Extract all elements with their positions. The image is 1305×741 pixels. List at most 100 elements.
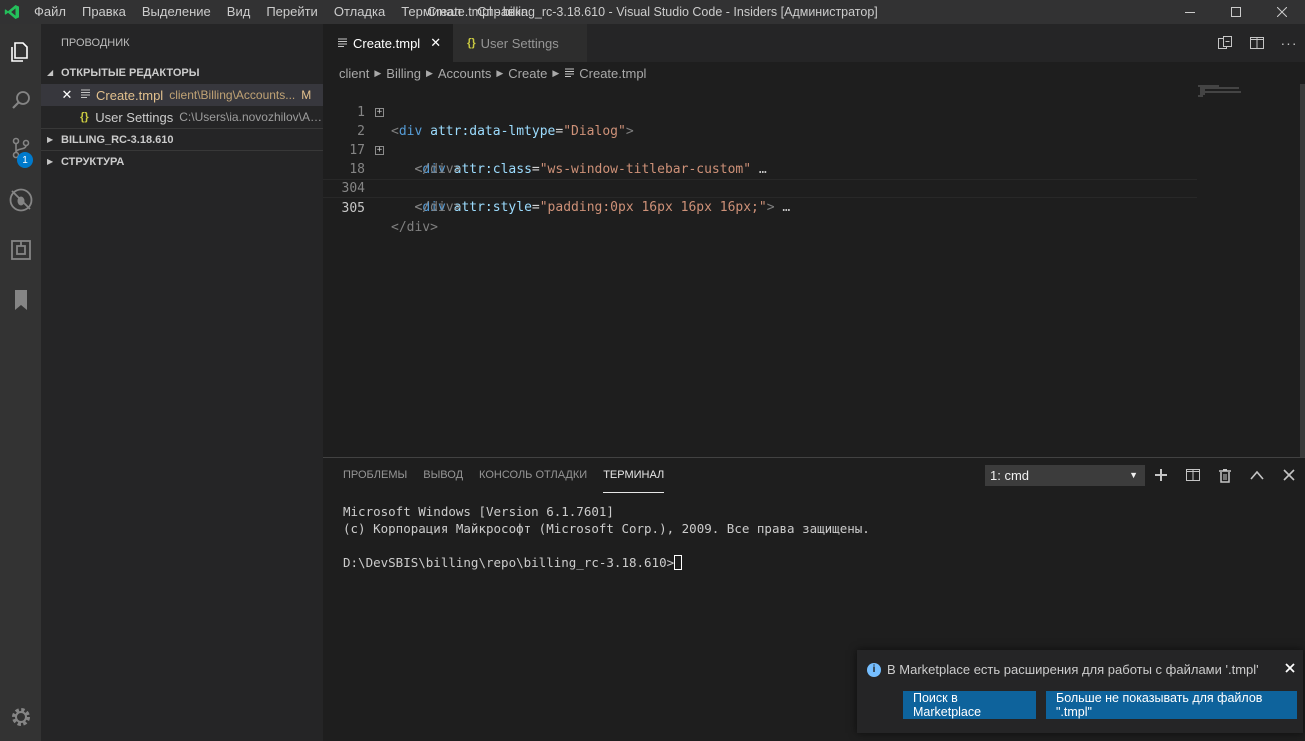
code-line-current: 305 </div> — [323, 179, 1197, 235]
info-icon: i — [867, 662, 881, 677]
chevron-down-icon: ▼ — [1129, 470, 1138, 480]
project-folder-label: BILLING_RC-3.18.610 — [61, 133, 174, 146]
breadcrumb-item[interactable]: Accounts — [438, 66, 491, 81]
line-number: 305 — [341, 201, 365, 216]
activity-bar: 1 — [0, 24, 41, 741]
open-editor-path: client\Billing\Accounts... — [169, 88, 296, 102]
notification-message: В Marketplace есть расширения для работы… — [887, 662, 1259, 677]
code-line: 1 <div attr:data-lmtype="Dialog"> — [323, 84, 1197, 139]
editor-scrollbar[interactable] — [1300, 84, 1305, 457]
menu-help[interactable]: Справка — [469, 0, 536, 24]
trash-icon — [1219, 468, 1231, 483]
tab-problems[interactable]: ПРОБЛЕМЫ — [343, 458, 407, 493]
maximize-icon — [1231, 7, 1241, 17]
close-panel-button[interactable] — [1273, 464, 1305, 486]
breadcrumb: client ▶ Billing ▶ Accounts ▶ Create ▶ C… — [323, 62, 1305, 84]
dont-show-again-button[interactable]: Больше не показывать для файлов ".tmpl" — [1046, 691, 1297, 719]
minimap[interactable] — [1195, 84, 1305, 457]
menu-go[interactable]: Перейти — [258, 0, 326, 24]
terminal-output[interactable]: Microsoft Windows [Version 6.1.7601] (c)… — [343, 503, 870, 571]
scm-count-badge: 1 — [17, 152, 33, 168]
close-icon — [1285, 663, 1295, 673]
maximize-panel-button[interactable] — [1241, 464, 1273, 486]
split-editor-button[interactable] — [1241, 24, 1273, 62]
terminal-line: Microsoft Windows [Version 6.1.7601] — [343, 504, 614, 519]
search-icon[interactable] — [0, 76, 41, 124]
tab-create-tmpl[interactable]: Create.tmpl ✕ — [323, 24, 454, 62]
code-closing-tag: </div> — [414, 200, 462, 215]
terminal-line: (c) Корпорация Майкрософт (Microsoft Cor… — [343, 521, 870, 536]
sidebar-title: ПРОВОДНИК — [61, 37, 130, 49]
editor-actions: ··· — [1209, 24, 1305, 62]
breadcrumb-item[interactable]: Billing — [386, 66, 421, 81]
close-window-button[interactable] — [1259, 0, 1305, 24]
open-editors-header[interactable]: ◢ ОТКРЫТЫЕ РЕДАКТОРЫ — [41, 62, 323, 84]
code-closing-tag: </div> — [391, 220, 438, 235]
code-line: 18 + <div attr:style="padding:0px 16px 1… — [323, 141, 1197, 216]
tab-debug-console[interactable]: КОНСОЛЬ ОТЛАДКИ — [479, 458, 587, 493]
open-editor-user-settings[interactable]: {} User Settings C:\Users\ia.novozhilov\… — [41, 106, 323, 128]
chevron-up-icon — [1250, 470, 1264, 480]
tab-terminal[interactable]: ТЕРМИНАЛ — [603, 458, 665, 493]
gear-icon[interactable] — [0, 693, 41, 741]
plus-icon — [1155, 469, 1167, 481]
chevron-right-icon: ▶ — [425, 67, 433, 78]
more-icon: ··· — [1280, 35, 1298, 51]
chevron-right-icon: ▶ — [47, 156, 54, 166]
more-actions-button[interactable]: ··· — [1273, 24, 1305, 62]
menu-view[interactable]: Вид — [219, 0, 259, 24]
extensions-icon[interactable] — [0, 226, 41, 274]
terminal-select[interactable]: 1: cmd ▼ — [985, 465, 1145, 486]
open-editor-name: User Settings — [95, 109, 174, 125]
breadcrumb-item[interactable]: Create — [508, 66, 547, 81]
close-icon[interactable]: ✕ — [430, 35, 441, 51]
json-braces-icon: {} — [80, 111, 89, 123]
code-line: 2 + <div attr:class="ws-window-titlebar-… — [323, 103, 1197, 178]
minimize-button[interactable] — [1167, 0, 1213, 24]
maximize-button[interactable] — [1213, 0, 1259, 24]
file-icon — [77, 88, 93, 102]
breadcrumb-item[interactable]: client — [339, 66, 369, 81]
fold-expand-icon[interactable]: + — [375, 108, 384, 117]
search-marketplace-button[interactable]: Поиск в Marketplace — [903, 691, 1036, 719]
folded-ellipsis-icon[interactable]: … — [782, 200, 790, 215]
fold-expand-icon[interactable]: + — [375, 146, 384, 155]
code-punct: > — [766, 200, 775, 215]
menu-debug[interactable]: Отладка — [326, 0, 393, 24]
menu-selection[interactable]: Выделение — [134, 0, 219, 24]
title-bar: Create.tmpl - billing_rc-3.18.610 - Visu… — [0, 0, 1305, 24]
split-terminal-button[interactable] — [1177, 464, 1209, 486]
tab-label: User Settings — [480, 35, 559, 51]
close-icon — [1277, 7, 1287, 17]
project-folder-header[interactable]: ▶ BILLING_RC-3.18.610 — [41, 128, 323, 150]
minimize-icon — [1185, 12, 1195, 13]
debug-icon[interactable] — [0, 176, 41, 224]
tab-user-settings[interactable]: {} User Settings — [453, 24, 588, 62]
tab-output[interactable]: ВЫВОД — [423, 458, 463, 493]
open-editors-header-label: ОТКРЫТЫЕ РЕДАКТОРЫ — [61, 67, 200, 79]
explorer-icon[interactable] — [0, 28, 41, 76]
outline-header[interactable]: ▶ СТРУКТУРА — [41, 150, 323, 172]
source-control-icon[interactable]: 1 — [0, 124, 41, 172]
file-icon — [564, 66, 575, 81]
chevron-right-icon: ▶ — [496, 67, 504, 78]
split-editor-icon — [1250, 37, 1264, 49]
open-changes-button[interactable] — [1209, 24, 1241, 62]
modified-badge: M — [301, 88, 312, 102]
menu-terminal[interactable]: Терминал — [393, 0, 469, 24]
chevron-right-icon: ▶ — [374, 67, 382, 78]
close-notification-button[interactable] — [1285, 660, 1295, 676]
open-editor-create-tmpl[interactable]: ✕ Create.tmpl client\Billing\Accounts...… — [41, 84, 323, 106]
menu-edit[interactable]: Правка — [74, 0, 134, 24]
new-terminal-button[interactable] — [1145, 464, 1177, 486]
bookmarks-icon[interactable] — [0, 276, 41, 324]
split-icon — [1186, 469, 1200, 481]
open-changes-icon — [1218, 36, 1232, 49]
explorer-sidebar: ПРОВОДНИК ◢ ОТКРЫТЫЕ РЕДАКТОРЫ ✕ Create.… — [41, 24, 323, 741]
panel-actions — [1145, 464, 1305, 486]
menu-file[interactable]: Файл — [26, 0, 74, 24]
close-icon[interactable]: ✕ — [59, 87, 75, 103]
notification-toast: i В Marketplace есть расширения для рабо… — [857, 650, 1303, 733]
kill-terminal-button[interactable] — [1209, 464, 1241, 486]
breadcrumb-item[interactable]: Create.tmpl — [579, 66, 646, 81]
